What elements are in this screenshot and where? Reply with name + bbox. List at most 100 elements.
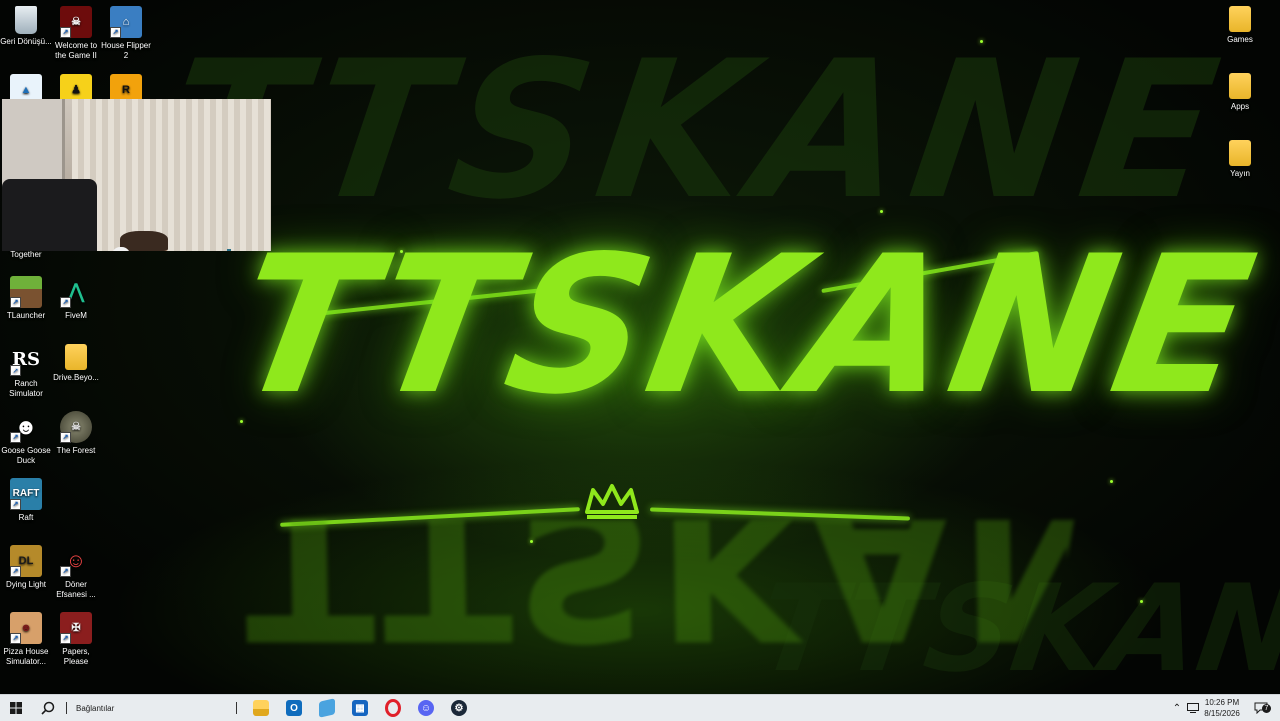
shortcut-arrow-icon: ↗ bbox=[60, 566, 71, 577]
folder-icon bbox=[1229, 6, 1251, 32]
taskbar-divider bbox=[234, 695, 238, 721]
desktop-icon-label: Together bbox=[10, 250, 42, 259]
taskbar-clock[interactable]: 10:26 PM 8/15/2026 bbox=[1196, 697, 1248, 719]
webcam-overlay bbox=[2, 99, 271, 251]
desktop-icon-label: Raft bbox=[18, 513, 34, 522]
search-icon bbox=[41, 701, 55, 715]
desktop-icon-apps-folder[interactable]: Apps bbox=[1214, 69, 1266, 112]
desktop-icon-goose-goose-duck[interactable]: ☻ ↗ Goose Goose Duck bbox=[0, 407, 52, 466]
skull-game-icon: ☠ ↗ bbox=[60, 6, 92, 38]
desktop-icon-ranch-simulator[interactable]: RS ↗ Ranch Simulator bbox=[0, 340, 52, 399]
shortcut-arrow-icon: ↗ bbox=[110, 27, 121, 38]
taskbar-file-explorer[interactable] bbox=[246, 695, 276, 721]
folder-icon bbox=[1229, 140, 1251, 166]
desktop-icon-the-forest[interactable]: ☠ ↗ The Forest bbox=[50, 407, 102, 456]
doner-efsanesi-icon: ☺ ↗ bbox=[60, 545, 92, 577]
wallpaper-spark bbox=[400, 250, 403, 253]
house-flipper-icon: ⌂ ↗ bbox=[110, 6, 142, 38]
file-explorer-icon bbox=[253, 700, 269, 716]
desktop-icon-doner-efsanesi[interactable]: ☺ ↗ Döner Efsanesi ... bbox=[50, 541, 102, 600]
dying-light-icon: DL ↗ bbox=[10, 545, 42, 577]
notification-count-badge: 7 bbox=[1262, 704, 1271, 713]
desktop-icon-label: Welcome to the Game II bbox=[54, 41, 98, 60]
taskbar-opera[interactable] bbox=[378, 695, 408, 721]
shortcut-arrow-icon: ↗ bbox=[10, 365, 21, 376]
webcam-background-curtain bbox=[72, 99, 271, 251]
raft-icon: RAFT ↗ bbox=[10, 478, 42, 510]
the-forest-icon: ☠ ↗ bbox=[60, 411, 92, 443]
webcam-lamp bbox=[227, 249, 231, 251]
shortcut-arrow-icon: ↗ bbox=[60, 27, 71, 38]
shortcut-arrow-icon: ↗ bbox=[10, 432, 21, 443]
taskbar-outlook[interactable]: O bbox=[279, 695, 309, 721]
shortcut-arrow-icon: ↗ bbox=[60, 633, 71, 644]
desktop-icon-together[interactable]: Together bbox=[0, 250, 52, 260]
ranch-simulator-icon: RS ↗ bbox=[10, 344, 42, 376]
desktop-icon-papers-please[interactable]: ✠ ↗ Papers, Please bbox=[50, 608, 102, 667]
desktop-icon-label: Games bbox=[1227, 35, 1253, 44]
search-button[interactable] bbox=[36, 695, 60, 721]
goose-goose-duck-icon: ☻ ↗ bbox=[10, 411, 42, 443]
shortcut-arrow-icon: ↗ bbox=[10, 566, 21, 577]
desktop-icon-label: Goose Goose Duck bbox=[1, 446, 51, 465]
taskbar-toolbar-links[interactable]: Bağlantılar bbox=[76, 695, 146, 721]
shortcut-arrow-icon: ↗ bbox=[10, 633, 21, 644]
taskbar-discord[interactable]: ☺ bbox=[411, 695, 441, 721]
desktop-icon-label: TLauncher bbox=[6, 311, 46, 320]
wallpaper-spark bbox=[980, 40, 983, 43]
desktop-icon-label: Drive.Beyo... bbox=[53, 373, 99, 382]
desktop-icon-label: Döner Efsanesi ... bbox=[56, 580, 96, 599]
wallpaper-spark bbox=[880, 210, 883, 213]
desktop-icon-label: Geri Dönüşü... bbox=[0, 37, 52, 46]
desktop-icon-label: Yayın bbox=[1230, 169, 1250, 178]
desktop-icon-games-folder[interactable]: Games bbox=[1214, 2, 1266, 45]
wallpaper-brand-title: TTSKANE bbox=[220, 215, 1271, 436]
notification-center-button[interactable]: 7 bbox=[1250, 695, 1272, 721]
desktop-icon-recycle-bin[interactable]: Geri Dönüşü... bbox=[0, 2, 52, 47]
desktop-icon-tlauncher[interactable]: ↗ TLauncher bbox=[0, 272, 52, 321]
taskbar-store[interactable]: ▦ bbox=[345, 695, 375, 721]
pizza-house-icon: ☻ ↗ bbox=[10, 612, 42, 644]
papers-please-icon: ✠ ↗ bbox=[60, 612, 92, 644]
desktop-icon-dying-light[interactable]: DL ↗ Dying Light bbox=[0, 541, 52, 590]
fivem-icon: ⋀ ↗ bbox=[60, 276, 92, 308]
desktop-icon-pizza-house-simulator[interactable]: ☻ ↗ Pizza House Simulator... bbox=[0, 608, 52, 667]
recycle-bin-icon bbox=[15, 6, 37, 34]
desktop-icon-label: Apps bbox=[1230, 102, 1250, 111]
shortcut-arrow-icon: ↗ bbox=[60, 297, 71, 308]
taskbar: Bağlantılar O ▦ ☺ ⚙ ⌃ 10:26 PM 8/15/2026 bbox=[0, 694, 1280, 721]
chevron-up-icon: ⌃ bbox=[1172, 702, 1182, 714]
desktop-icon-raft[interactable]: RAFT ↗ Raft bbox=[0, 474, 52, 523]
webcam-sofa bbox=[2, 179, 97, 251]
wallpaper-background-text: TTSKANE bbox=[154, 20, 1240, 241]
desktop-icon-welcome-to-the-game[interactable]: ☠ ↗ Welcome to the Game II bbox=[50, 2, 102, 61]
clock-time: 10:26 PM bbox=[1204, 698, 1240, 707]
wallpaper-spark bbox=[240, 420, 243, 423]
show-hidden-icons-button[interactable]: ⌃ bbox=[1170, 695, 1184, 721]
opera-icon bbox=[385, 699, 401, 717]
crown-icon bbox=[585, 484, 639, 519]
shortcut-arrow-icon: ↗ bbox=[10, 499, 21, 510]
desktop-icon-label: FiveM bbox=[65, 311, 87, 320]
wallpaper-spark bbox=[530, 540, 533, 543]
taskbar-app-blue[interactable] bbox=[312, 695, 342, 721]
folder-icon bbox=[1229, 73, 1251, 99]
clock-date: 8/15/2026 bbox=[1204, 709, 1240, 718]
steam-icon: ⚙ bbox=[451, 700, 467, 716]
desktop-icon-fivem[interactable]: ⋀ ↗ FiveM bbox=[50, 272, 102, 321]
store-icon: ▦ bbox=[352, 700, 368, 716]
desktop-icon-label: Dying Light bbox=[5, 580, 47, 589]
outlook-icon: O bbox=[286, 700, 302, 716]
folder-icon bbox=[65, 344, 87, 370]
shortcut-arrow-icon: ↗ bbox=[60, 432, 71, 443]
desktop-icon-label: Papers, Please bbox=[62, 647, 90, 666]
desktop-icon-label: Pizza House Simulator... bbox=[3, 647, 49, 666]
start-button[interactable] bbox=[4, 695, 28, 721]
tlauncher-icon: ↗ bbox=[10, 276, 42, 308]
taskbar-steam[interactable]: ⚙ bbox=[444, 695, 474, 721]
desktop-icon-yayin-folder[interactable]: Yayın bbox=[1214, 136, 1266, 179]
desktop-icon-drive-beyond[interactable]: Drive.Beyo... bbox=[50, 340, 102, 383]
desktop-icon-label: House Flipper 2 bbox=[101, 41, 151, 60]
windows-logo-icon bbox=[10, 702, 22, 714]
desktop-icon-house-flipper-2[interactable]: ⌂ ↗ House Flipper 2 bbox=[100, 2, 152, 61]
